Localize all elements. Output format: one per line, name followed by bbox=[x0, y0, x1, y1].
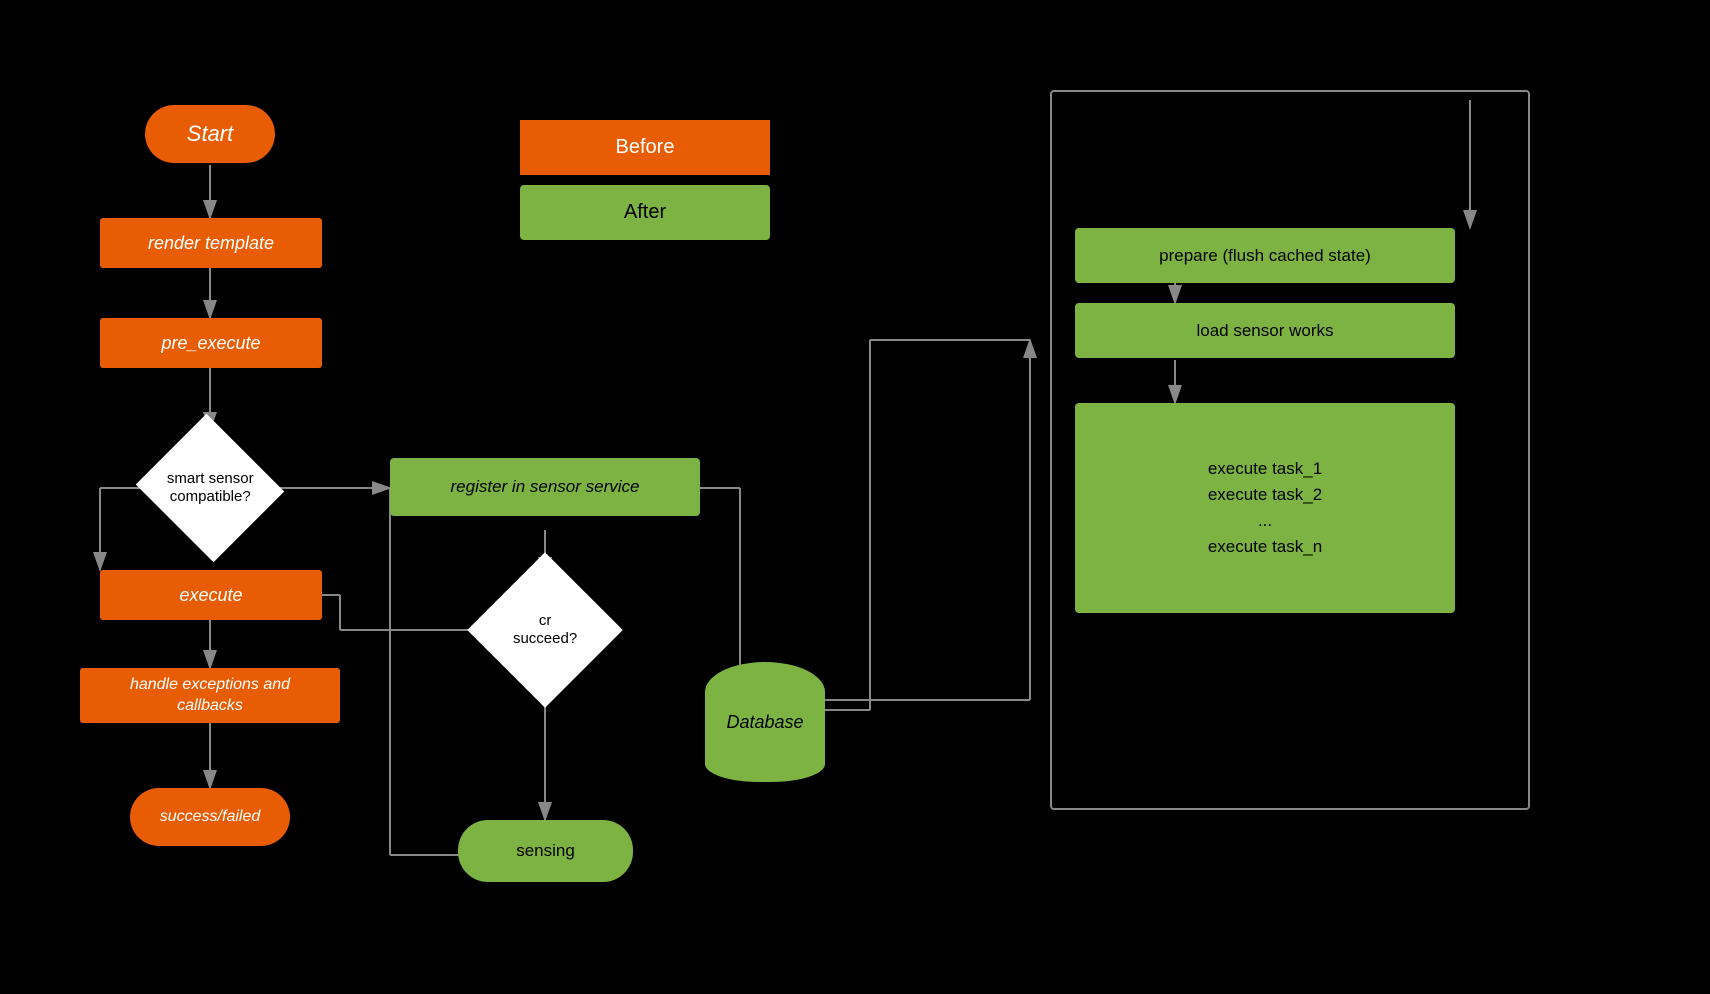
legend-after: After bbox=[520, 185, 770, 240]
prepare-shape: prepare (flush cached state) bbox=[1075, 228, 1455, 283]
cr-succeed-diamond: crsucceed? bbox=[467, 552, 623, 708]
diagram-container: Before After Start render template pre_e… bbox=[0, 0, 1710, 994]
execute-shape: execute bbox=[100, 570, 322, 620]
register-sensor-shape: register in sensor service bbox=[390, 458, 700, 516]
render-template-shape: render template bbox=[100, 218, 322, 268]
execute-task-2: execute task_2 bbox=[1208, 485, 1322, 505]
success-failed-shape: success/failed bbox=[130, 788, 290, 846]
legend-before: Before bbox=[520, 120, 770, 175]
execute-tasks-shape: execute task_1 execute task_2 ... execut… bbox=[1075, 403, 1455, 613]
execute-task-n: execute task_n bbox=[1208, 537, 1322, 557]
execute-task-1: execute task_1 bbox=[1208, 459, 1322, 479]
database-shape: Database bbox=[705, 662, 825, 782]
start-shape: Start bbox=[145, 105, 275, 163]
execute-task-ellipsis: ... bbox=[1258, 511, 1272, 531]
smart-sensor-label: smart sensorcompatible? bbox=[167, 470, 254, 506]
load-sensor-shape: load sensor works bbox=[1075, 303, 1455, 358]
handle-exceptions-shape: handle exceptions andcallbacks bbox=[80, 668, 340, 723]
sensing-shape: sensing bbox=[458, 820, 633, 882]
cr-succeed-label: crsucceed? bbox=[513, 612, 577, 648]
pre-execute-shape: pre_execute bbox=[100, 318, 322, 368]
smart-sensor-diamond: smart sensorcompatible? bbox=[136, 414, 284, 562]
